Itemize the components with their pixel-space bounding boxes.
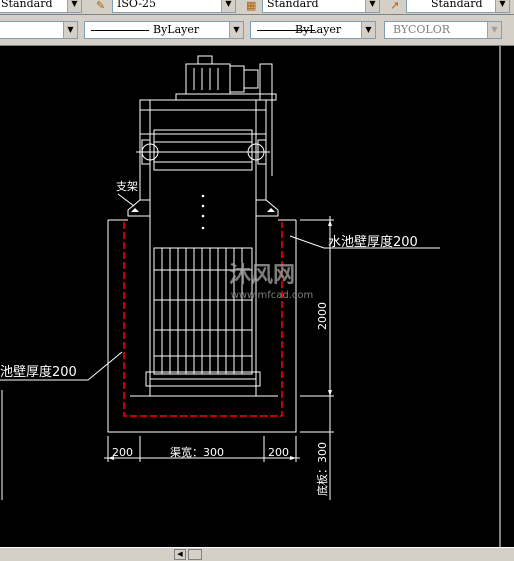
chevron-down-icon[interactable]: ▼ — [63, 22, 77, 38]
horizontal-scrollbar[interactable]: ◀ — [0, 547, 514, 561]
lineweight-value: ByLayer — [295, 23, 342, 36]
upper-frame — [139, 99, 267, 135]
properties-toolbar: ▼ ByLayer ▼ ByLayer ▼ BYCOLOR ▼ — [0, 15, 514, 46]
multileader-style-icon[interactable]: ↗ — [390, 0, 402, 12]
lineweight-combo[interactable]: ByLayer ▼ — [250, 21, 376, 39]
motor-body — [185, 63, 231, 95]
table-style-icon[interactable]: ▦ — [246, 0, 258, 12]
dim-height-label: 2000 — [316, 302, 329, 330]
right-wall-label: 水池壁厚度200 — [328, 234, 418, 250]
dim-width-label: 渠宽：300 — [170, 445, 224, 459]
multileader-style-combo[interactable]: Standard ▼ — [406, 0, 510, 13]
linetype-value: ByLayer — [153, 23, 200, 36]
motor-gearbox — [229, 65, 245, 93]
chevron-down-icon[interactable]: ▼ — [67, 0, 81, 12]
drawing-canvas[interactable]: 沐风网 www.mfcad.com 支架 水池壁厚度200 池壁厚度200 20… — [0, 46, 514, 547]
dim-left-label: 200 — [112, 446, 133, 459]
chevron-down-icon[interactable]: ▼ — [487, 22, 501, 38]
plot-style-combo[interactable]: BYCOLOR ▼ — [384, 21, 502, 39]
table-style-value: Standard — [267, 0, 319, 10]
watermark-url: www.mfcad.com — [231, 290, 314, 301]
text-style-value: Standard — [1, 0, 53, 10]
bracket-label: 支架 — [116, 180, 138, 193]
right-bracket — [255, 199, 279, 217]
table-style-combo[interactable]: Standard ▼ — [262, 0, 380, 13]
left-bracket — [127, 199, 151, 217]
plot-style-value: BYCOLOR — [393, 23, 450, 36]
motor-coupling — [259, 63, 273, 101]
dim-right-label: 200 — [268, 446, 289, 459]
linetype-preview — [91, 30, 149, 31]
chevron-down-icon[interactable]: ▼ — [229, 22, 243, 38]
multileader-style-value: Standard — [431, 0, 483, 10]
drawing-svg: 沐风网 www.mfcad.com 支架 水池壁厚度200 池壁厚度200 20… — [0, 46, 501, 547]
motor-flange — [243, 69, 259, 89]
dim-style-value: ISO-25 — [117, 0, 157, 10]
linetype-combo[interactable]: ByLayer ▼ — [84, 21, 244, 39]
chevron-down-icon[interactable]: ▼ — [365, 0, 379, 12]
layer-combo[interactable]: ▼ — [0, 21, 78, 39]
dim-style-combo[interactable]: ISO-25 ▼ — [112, 0, 236, 13]
watermark-brand: 沐风网 — [229, 263, 295, 288]
watermark-logo: 沐风网 www.mfcad.com — [229, 263, 313, 301]
styles-toolbar: Standard ▼ ✎ ISO-25 ▼ ▦ Standard ▼ ↗ Sta… — [0, 0, 514, 15]
left-wall-label: 池壁厚度200 — [0, 364, 77, 380]
hidden-inner-wall — [123, 222, 283, 417]
dim-style-icon[interactable]: ✎ — [96, 0, 108, 12]
text-style-combo[interactable]: Standard ▼ — [0, 0, 82, 13]
dim-bottom-label: 底板：300 — [315, 442, 329, 496]
scroll-thumb[interactable] — [188, 549, 202, 560]
chevron-down-icon[interactable]: ▼ — [495, 0, 509, 12]
chevron-down-icon[interactable]: ▼ — [361, 22, 375, 38]
chevron-down-icon[interactable]: ▼ — [221, 0, 235, 12]
scroll-left-button[interactable]: ◀ — [174, 549, 186, 560]
motor-base — [175, 93, 277, 101]
